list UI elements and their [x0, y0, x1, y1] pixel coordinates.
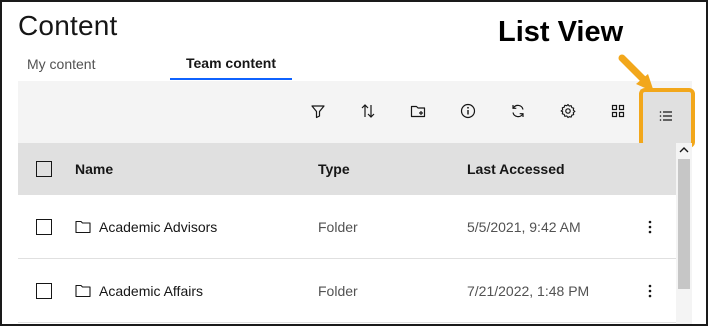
filter-button[interactable]: [305, 98, 331, 124]
list-view-icon: [659, 111, 672, 121]
grid-view-icon: [611, 104, 625, 118]
filter-icon: [311, 105, 325, 119]
table-row[interactable]: Academic Advisors Folder 5/5/2021, 9:42 …: [18, 195, 676, 259]
new-folder-button[interactable]: [405, 98, 431, 124]
row-last-accessed: 5/5/2021, 9:42 AM: [467, 218, 581, 235]
scrollbar[interactable]: [676, 143, 692, 324]
overflow-menu-icon: [648, 220, 652, 233]
row-name-label: Academic Advisors: [99, 218, 218, 235]
row-type: Folder: [318, 282, 358, 299]
settings-icon: [560, 103, 576, 119]
new-folder-icon: [410, 105, 426, 118]
list-view-button[interactable]: [640, 89, 692, 143]
row-checkbox[interactable]: [36, 218, 52, 235]
scroll-up-button[interactable]: [678, 143, 690, 157]
row-checkbox[interactable]: [36, 282, 52, 299]
select-all-checkbox[interactable]: [36, 161, 52, 177]
info-button[interactable]: [455, 98, 481, 124]
folder-icon: [75, 284, 91, 297]
column-header-name[interactable]: Name: [75, 161, 113, 177]
settings-button[interactable]: [555, 98, 581, 124]
grid-view-button[interactable]: [605, 98, 631, 124]
row-name[interactable]: Academic Affairs: [75, 283, 203, 299]
overflow-menu-button[interactable]: [644, 217, 656, 237]
sort-icon: [361, 104, 375, 118]
refresh-icon: [512, 104, 524, 118]
content-table: Name Type Last Accessed Academic Advisor…: [18, 143, 676, 323]
sort-button[interactable]: [355, 98, 381, 124]
scroll-thumb[interactable]: [678, 159, 690, 289]
list-view-annotation: List View: [498, 16, 624, 48]
folder-icon: [75, 220, 91, 233]
content-panel: Content List View My content Team conten…: [0, 0, 708, 326]
refresh-button[interactable]: [505, 98, 531, 124]
row-last-accessed: 7/21/2022, 1:48 PM: [467, 282, 590, 299]
page-title: Content: [18, 10, 118, 41]
overflow-menu-icon: [648, 284, 652, 297]
tab-my-content[interactable]: My content: [18, 48, 170, 80]
overflow-menu-button[interactable]: [644, 281, 656, 301]
column-header-type[interactable]: Type: [318, 161, 350, 177]
table-header: Name Type Last Accessed: [18, 143, 676, 195]
table-row[interactable]: Academic Affairs Folder 7/21/2022, 1:48 …: [18, 259, 676, 323]
chevron-up-icon: [679, 147, 689, 153]
column-header-last-accessed[interactable]: Last Accessed: [467, 161, 565, 177]
row-type: Folder: [318, 218, 358, 235]
row-name-label: Academic Affairs: [99, 282, 204, 299]
tab-team-content[interactable]: Team content: [170, 48, 292, 80]
toolbar: [18, 81, 692, 143]
content-tabs: My content Team content: [18, 48, 292, 80]
info-icon: [460, 103, 476, 119]
row-name[interactable]: Academic Advisors: [75, 219, 217, 235]
